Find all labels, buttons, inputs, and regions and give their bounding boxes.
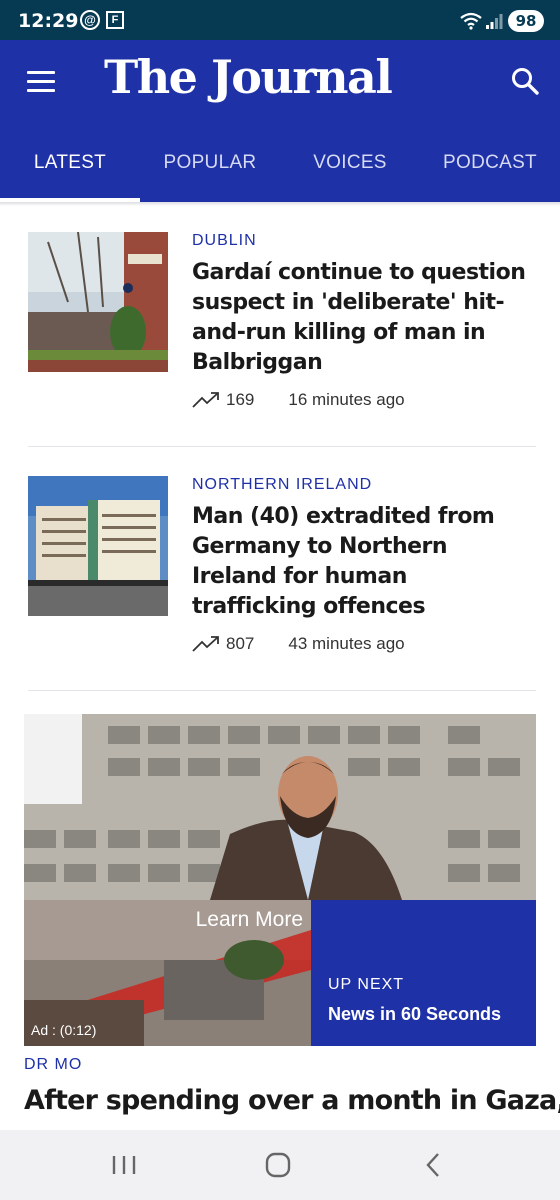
article-divider bbox=[28, 446, 536, 447]
trend-count: 169 bbox=[226, 390, 255, 409]
hamburger-menu-icon[interactable] bbox=[27, 71, 55, 93]
trending-icon bbox=[192, 636, 219, 652]
tab-latest[interactable]: LATEST bbox=[0, 144, 140, 202]
up-next-label: UP NEXT bbox=[328, 976, 405, 993]
article-thumbnail[interactable] bbox=[28, 476, 168, 616]
up-next-panel[interactable]: UP NEXT News in 60 Seconds bbox=[311, 900, 536, 1046]
tab-popular[interactable]: POPULAR bbox=[140, 144, 280, 202]
tab-voices[interactable]: VOICES bbox=[280, 144, 420, 202]
back-icon[interactable] bbox=[418, 1150, 450, 1180]
article-body: DUBLIN Gardaí continue to question suspe… bbox=[192, 232, 536, 410]
article-headline[interactable]: Gardaí continue to question suspect in '… bbox=[192, 258, 536, 378]
wifi-icon bbox=[460, 12, 482, 30]
section-tabs: LATEST POPULAR VOICES PODCAST bbox=[0, 144, 560, 202]
article-card[interactable]: DUBLIN Gardaí continue to question suspe… bbox=[28, 232, 536, 432]
article-divider bbox=[28, 690, 536, 691]
article-meta: 807 43 minutes ago bbox=[192, 634, 536, 654]
up-next-title[interactable]: News in 60 Seconds bbox=[328, 1004, 501, 1025]
home-icon[interactable] bbox=[262, 1150, 294, 1180]
article-meta: 169 16 minutes ago bbox=[192, 390, 536, 410]
system-nav-bar bbox=[0, 1130, 560, 1200]
status-bar: 12:29 @ F 98 bbox=[0, 0, 560, 40]
article-headline[interactable]: After spending over a month in Gaza, bbox=[24, 1082, 560, 1120]
recent-apps-icon[interactable] bbox=[108, 1150, 140, 1180]
header-shadow bbox=[0, 202, 560, 206]
search-icon[interactable] bbox=[509, 65, 541, 97]
battery-indicator: 98 bbox=[508, 10, 544, 32]
article-card[interactable]: NORTHERN IRELAND Man (40) extradited fro… bbox=[28, 476, 536, 676]
threads-app-icon: @ bbox=[80, 10, 100, 30]
article-timestamp: 16 minutes ago bbox=[288, 390, 405, 409]
article-timestamp: 43 minutes ago bbox=[288, 634, 405, 653]
app-header: The Journal LATEST POPULAR VOICES PODCAS… bbox=[0, 40, 560, 202]
article-category[interactable]: NORTHERN IRELAND bbox=[192, 476, 536, 494]
signal-icon bbox=[486, 14, 503, 29]
trending-icon bbox=[192, 392, 219, 408]
article-body: NORTHERN IRELAND Man (40) extradited fro… bbox=[192, 476, 536, 654]
video-player[interactable]: Learn More Ad : (0:12) UP NEXT News in 6… bbox=[24, 714, 536, 1046]
tab-podcast[interactable]: PODCAST bbox=[420, 144, 560, 202]
ad-preview[interactable]: Learn More Ad : (0:12) bbox=[24, 900, 311, 1046]
f-app-icon: F bbox=[106, 11, 124, 29]
ad-countdown: Ad : (0:12) bbox=[31, 1022, 97, 1038]
status-time: 12:29 bbox=[18, 10, 79, 32]
article-headline[interactable]: Man (40) extradited from Germany to Nort… bbox=[192, 502, 536, 622]
article-category[interactable]: DR MO bbox=[24, 1056, 82, 1074]
trend-count: 807 bbox=[226, 634, 255, 653]
learn-more-link[interactable]: Learn More bbox=[196, 908, 303, 932]
article-thumbnail[interactable] bbox=[28, 232, 168, 372]
site-logo[interactable]: The Journal bbox=[104, 50, 393, 104]
article-category[interactable]: DUBLIN bbox=[192, 232, 536, 250]
